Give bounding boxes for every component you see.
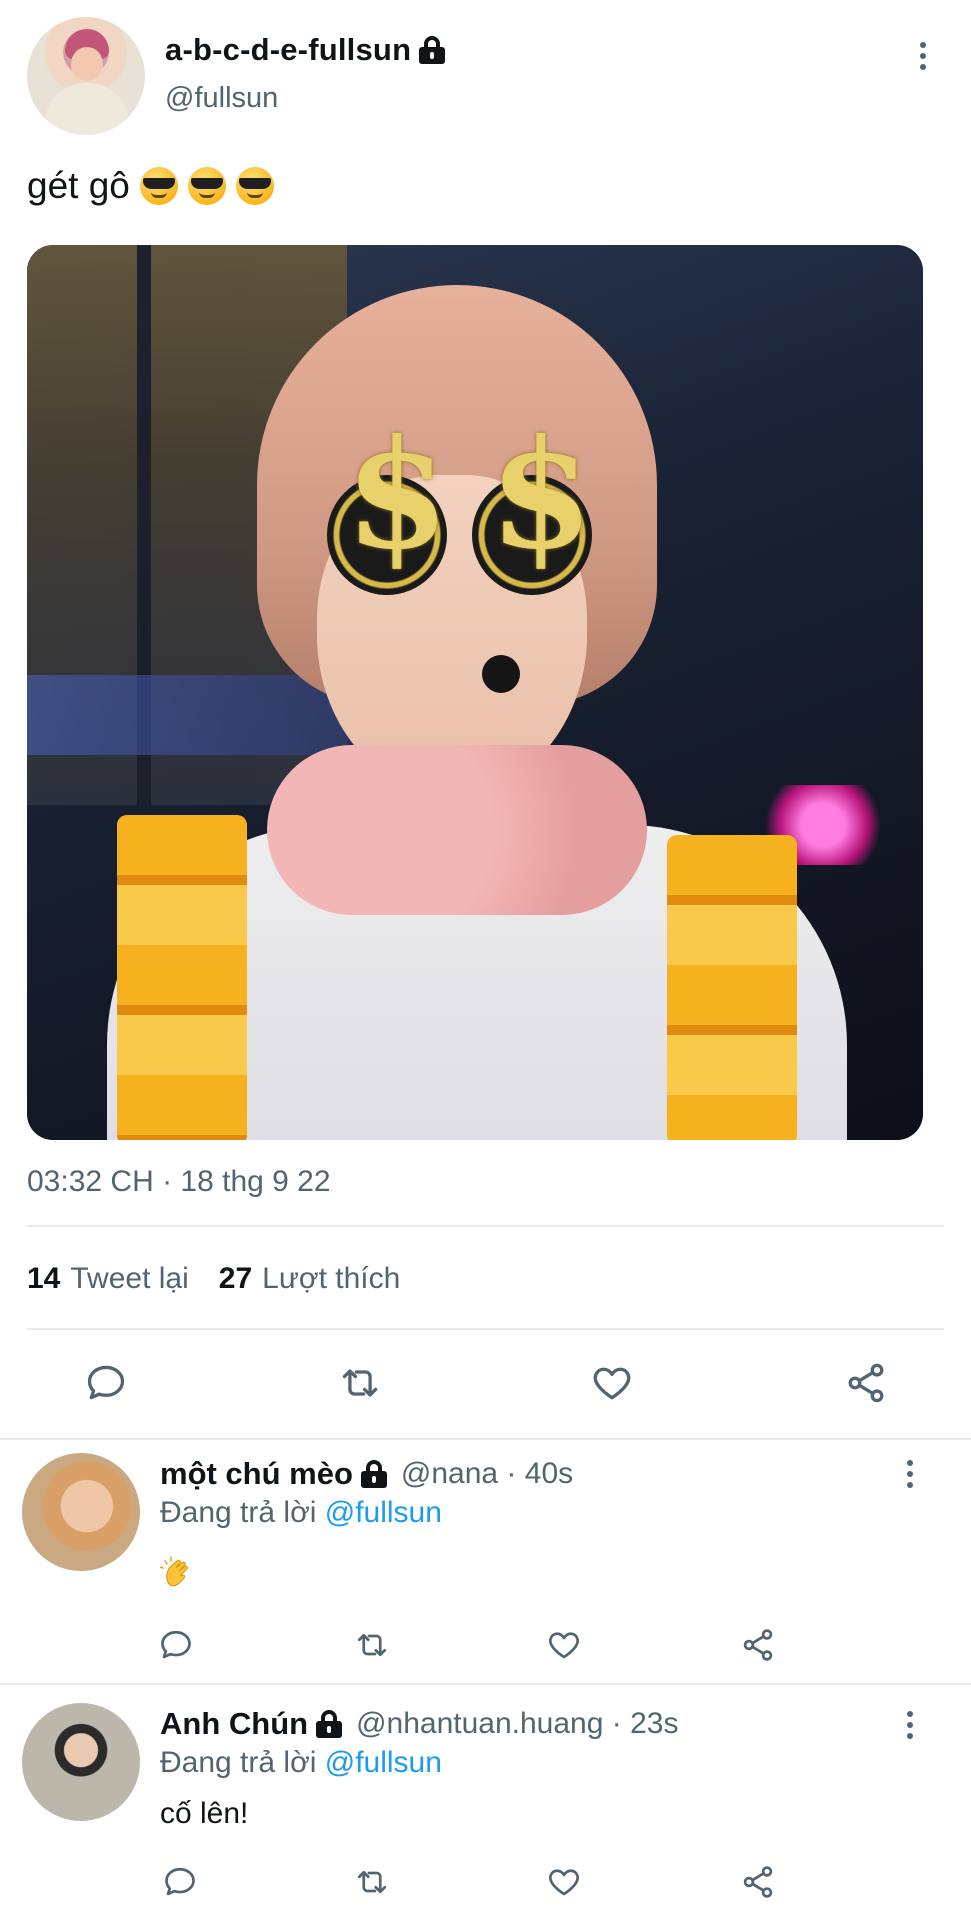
more-options-icon[interactable] xyxy=(905,1460,915,1488)
reply-avatar[interactable] xyxy=(22,1703,140,1821)
more-options-icon[interactable] xyxy=(918,42,928,70)
reply-header: một chú mèo @nana · 40s xyxy=(160,1456,573,1492)
reply-author-name[interactable]: Anh Chún xyxy=(160,1706,308,1742)
share-icon[interactable] xyxy=(736,1625,780,1665)
reply-header: Anh Chún @nhantuan.huang · 23s xyxy=(160,1706,678,1742)
headset-mic xyxy=(482,655,520,693)
sunglasses-emoji-icon xyxy=(187,167,226,205)
divider xyxy=(27,1328,944,1330)
clapping-hands-emoji-icon xyxy=(159,1555,196,1591)
reply-text: cố lên! xyxy=(160,1797,249,1830)
retweets-label: Tweet lại xyxy=(70,1262,189,1295)
reply-handle[interactable]: @nhantuan.huang · 23s xyxy=(356,1707,678,1741)
replying-to-line: Đang trả lời @fullsun xyxy=(160,1746,442,1779)
dollar-glasses-right: $ xyxy=(489,407,594,583)
tweet-timestamp[interactable]: 03:32 CH · 18 thg 9 22 xyxy=(27,1165,331,1199)
tweet-text-body: gét gô xyxy=(27,165,130,206)
more-options-icon[interactable] xyxy=(905,1711,915,1739)
reply-avatar[interactable] xyxy=(22,1453,140,1571)
divider xyxy=(27,1225,944,1227)
like-icon[interactable] xyxy=(542,1862,586,1902)
retweet-icon[interactable] xyxy=(332,1358,388,1408)
candy-strap-left xyxy=(117,815,247,1140)
lock-icon xyxy=(419,36,446,64)
sunglasses-emoji-icon xyxy=(235,167,274,205)
retweets-count: 14 xyxy=(27,1262,61,1295)
mention-link[interactable]: @fullsun xyxy=(325,1746,442,1779)
reply-icon[interactable] xyxy=(78,1358,134,1408)
share-icon[interactable] xyxy=(736,1862,780,1902)
tweet-text: gét gô xyxy=(27,165,274,207)
reply-icon[interactable] xyxy=(158,1862,202,1902)
mention-link[interactable]: @fullsun xyxy=(325,1496,442,1529)
share-icon[interactable] xyxy=(838,1358,894,1408)
candy-strap-right xyxy=(667,835,797,1140)
reply-author-name[interactable]: một chú mèo xyxy=(160,1456,353,1492)
tweet-stats: 14 Tweet lại 27 Lượt thích xyxy=(27,1262,400,1296)
lock-icon xyxy=(360,1460,387,1488)
dollar-glasses-left: $ xyxy=(345,407,450,583)
author-name-row[interactable]: a-b-c-d-e-fullsun xyxy=(165,30,446,70)
author-name[interactable]: a-b-c-d-e-fullsun xyxy=(165,32,411,68)
likes-stat[interactable]: 27 Lượt thích xyxy=(219,1262,401,1296)
like-icon[interactable] xyxy=(542,1625,586,1665)
likes-count: 27 xyxy=(218,1262,253,1295)
reply-icon[interactable] xyxy=(158,1625,194,1665)
retweet-icon[interactable] xyxy=(350,1625,394,1665)
author-handle[interactable]: @fullsun xyxy=(165,82,278,115)
retweet-icon[interactable] xyxy=(350,1862,394,1902)
divider xyxy=(0,1438,971,1440)
tweet-photo[interactable]: $ $ xyxy=(27,245,923,1140)
likes-label: Lượt thích xyxy=(262,1262,401,1295)
replying-to-line: Đang trả lời @fullsun xyxy=(160,1496,442,1529)
author-avatar[interactable] xyxy=(27,17,145,135)
lock-icon xyxy=(316,1710,343,1738)
reply-handle[interactable]: @nana · 40s xyxy=(401,1457,573,1491)
tweet-detail-page: a-b-c-d-e-fullsun @fullsun gét gô $ $ 03… xyxy=(0,0,971,1920)
sunglasses-emoji-icon xyxy=(139,167,178,205)
retweets-stat[interactable]: 14 Tweet lại xyxy=(27,1262,189,1296)
divider xyxy=(0,1683,971,1685)
like-icon[interactable] xyxy=(584,1358,640,1408)
